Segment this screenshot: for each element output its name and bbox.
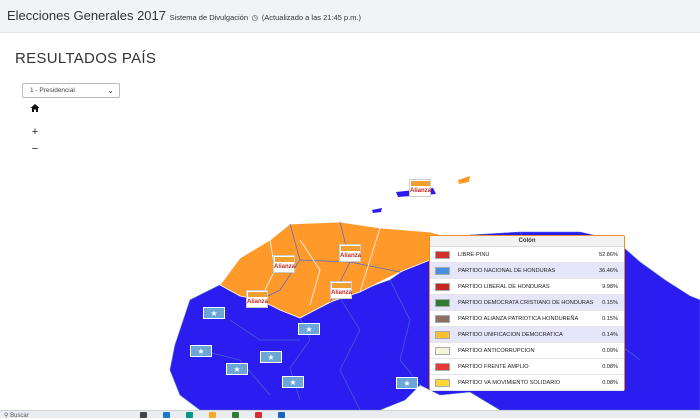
election-type-select[interactable]: 1 - Presidencial ⌄ bbox=[22, 83, 120, 98]
page-title: RESULTADOS PAÍS bbox=[15, 50, 157, 67]
party-name: PARTIDO ALIANZA PATRIOTICA HONDUREÑA bbox=[458, 316, 579, 322]
updated-label: (Actualizado a las 21:45 p.m.) bbox=[261, 13, 362, 22]
clock-icon: ◷ bbox=[251, 13, 259, 22]
star-icon: ★ bbox=[267, 353, 275, 362]
excel-icon[interactable] bbox=[232, 412, 239, 418]
party-name: LIBRE-PINU bbox=[458, 252, 490, 258]
party-flag-icon bbox=[435, 251, 450, 259]
party-percentage: 0.15% bbox=[602, 316, 618, 322]
alianza-marker[interactable]: Alianza bbox=[273, 255, 295, 273]
party-flag-icon bbox=[435, 283, 450, 291]
alianza-marker[interactable]: Alianza bbox=[246, 290, 268, 308]
result-row: PARTIDO NACIONAL DE HONDURAS 36.46% bbox=[430, 263, 624, 279]
party-flag-icon bbox=[435, 299, 450, 307]
party-name: PARTIDO UNIFICACION DEMOCRATICA bbox=[458, 332, 563, 338]
party-name: PARTIDO ANTICORRUPCION bbox=[458, 348, 535, 354]
chrome-icon[interactable] bbox=[255, 412, 262, 418]
party-percentage: 0.15% bbox=[602, 300, 618, 306]
party-percentage: 9.98% bbox=[602, 284, 618, 290]
task-view-icon[interactable] bbox=[140, 412, 147, 418]
result-row: PARTIDO ALIANZA PATRIOTICA HONDUREÑA 0.15… bbox=[430, 311, 624, 327]
party-name: PARTIDO VA MOVIMIENTO SOLIDARIO bbox=[458, 380, 561, 386]
party-percentage: 0.09% bbox=[602, 348, 618, 354]
nacional-marker[interactable]: ★ bbox=[260, 351, 282, 363]
party-flag-icon bbox=[435, 331, 450, 339]
result-row: PARTIDO ANTICORRUPCION 0.09% bbox=[430, 343, 624, 359]
edge-icon[interactable] bbox=[163, 412, 170, 418]
nacional-marker[interactable]: ★ bbox=[282, 376, 304, 388]
party-percentage: 52.86% bbox=[599, 252, 618, 258]
home-icon bbox=[30, 104, 40, 112]
party-percentage: 36.46% bbox=[599, 268, 618, 274]
star-icon: ★ bbox=[197, 347, 205, 356]
star-icon: ★ bbox=[403, 379, 411, 388]
party-flag-icon bbox=[435, 379, 450, 387]
result-row: PARTIDO FRENTE AMPLIO 0.08% bbox=[430, 359, 624, 375]
party-percentage: 0.08% bbox=[602, 380, 618, 386]
party-name: PARTIDO NACIONAL DE HONDURAS bbox=[458, 268, 556, 274]
result-row: LIBRE-PINU 52.86% bbox=[430, 247, 624, 263]
chevron-down-icon: ⌄ bbox=[107, 86, 114, 95]
party-percentage: 0.08% bbox=[602, 364, 618, 370]
island-utila bbox=[372, 208, 382, 213]
election-type-value: 1 - Presidencial bbox=[30, 87, 75, 94]
nacional-marker[interactable]: ★ bbox=[226, 363, 248, 375]
party-name: PARTIDO DEMOCRATA CRISTIANO DE HONDURAS bbox=[458, 300, 594, 306]
star-icon: ★ bbox=[233, 365, 241, 374]
star-icon: ★ bbox=[289, 378, 297, 387]
star-icon: ★ bbox=[210, 309, 218, 318]
party-name: PARTIDO LIBERAL DE HONDURAS bbox=[458, 284, 550, 290]
results-popup: Colón LIBRE-PINU 52.86% PARTIDO NACIONAL D… bbox=[429, 235, 625, 391]
system-label: Sistema de Divulgación bbox=[169, 13, 248, 22]
folder-icon[interactable] bbox=[209, 412, 216, 418]
alianza-marker[interactable]: Alianza bbox=[339, 244, 361, 262]
result-row: PARTIDO UNIFICACION DEMOCRATICA 0.14% bbox=[430, 327, 624, 343]
app-title: Elecciones Generales 2017 bbox=[7, 8, 166, 23]
nacional-marker[interactable]: ★ bbox=[298, 323, 320, 335]
result-row: PARTIDO LIBERAL DE HONDURAS 9.98% bbox=[430, 279, 624, 295]
app-title-line: Elecciones Generales 2017 Sistema de Div… bbox=[7, 8, 361, 23]
top-header-bar: Elecciones Generales 2017 Sistema de Div… bbox=[0, 0, 700, 33]
word-icon[interactable] bbox=[278, 412, 285, 418]
alianza-marker[interactable]: Alianza bbox=[330, 281, 352, 299]
browser-icon[interactable] bbox=[186, 412, 193, 418]
party-percentage: 0.14% bbox=[602, 332, 618, 338]
nacional-marker[interactable]: ★ bbox=[396, 377, 418, 389]
result-row: PARTIDO VA MOVIMIENTO SOLIDARIO 0.08% bbox=[430, 375, 624, 391]
island-guanaja bbox=[458, 176, 470, 184]
popup-department-name: Colón bbox=[430, 236, 624, 247]
party-flag-icon bbox=[435, 347, 450, 355]
party-flag-icon bbox=[435, 267, 450, 275]
nacional-marker[interactable]: ★ bbox=[190, 345, 212, 357]
alianza-marker[interactable]: Alianza bbox=[409, 179, 431, 197]
party-flag-icon bbox=[435, 363, 450, 371]
os-taskbar: ⚲ Buscar bbox=[0, 410, 700, 419]
party-name: PARTIDO FRENTE AMPLIO bbox=[458, 364, 529, 370]
home-button[interactable] bbox=[28, 103, 42, 117]
nacional-marker[interactable]: ★ bbox=[203, 307, 225, 319]
star-icon: ★ bbox=[305, 325, 313, 334]
result-row: PARTIDO DEMOCRATA CRISTIANO DE HONDURAS 0… bbox=[430, 295, 624, 311]
party-flag-icon bbox=[435, 315, 450, 323]
